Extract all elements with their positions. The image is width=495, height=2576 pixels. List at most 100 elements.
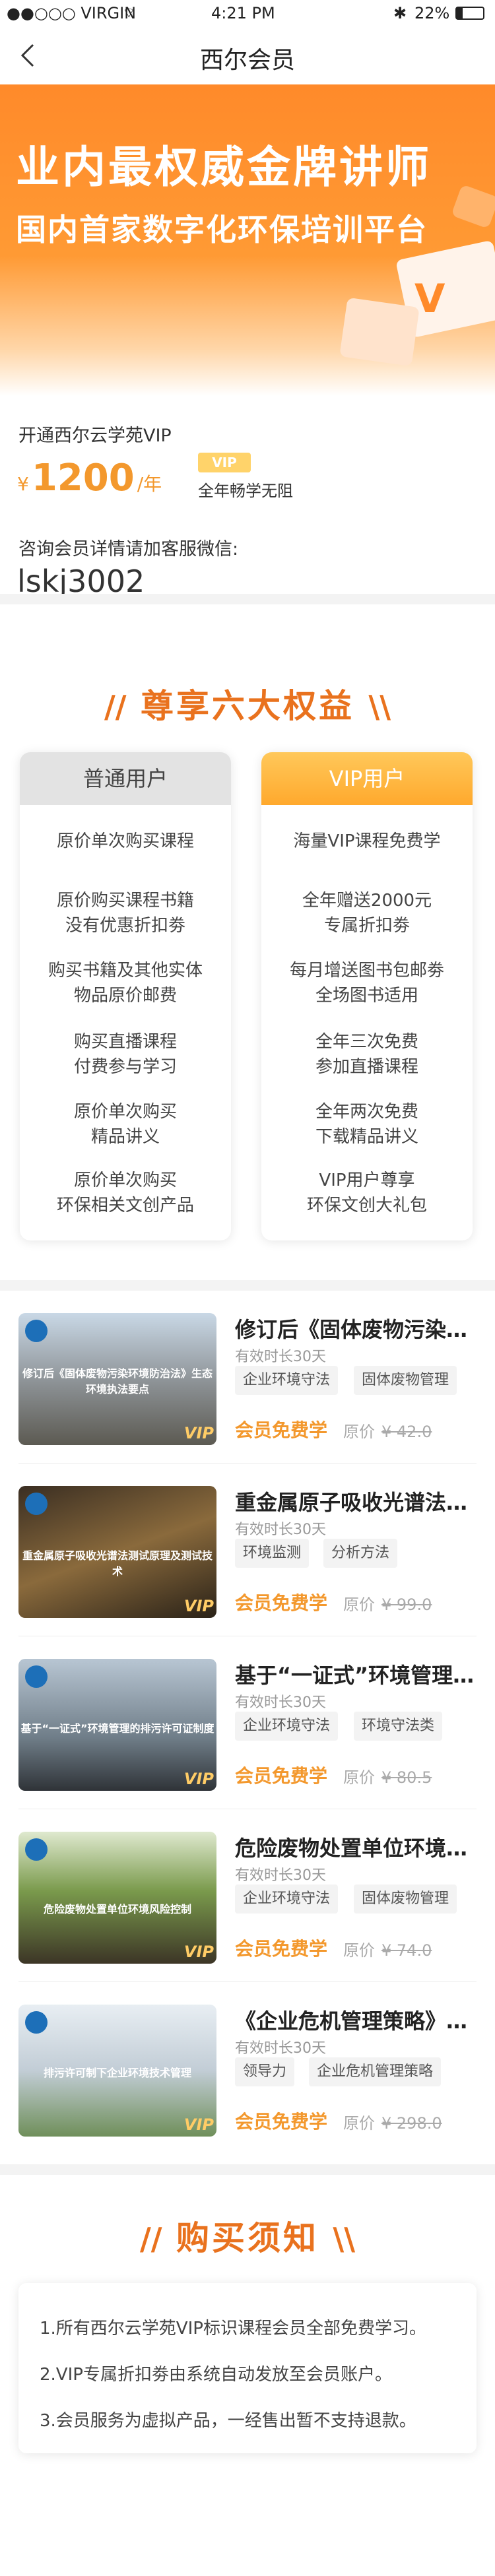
normal-benefit-line: 环保相关文创产品 (56, 1196, 194, 1215)
notice-item: 1.所有西尔云学苑VIP标识课程会员全部免费学习。 (40, 2319, 426, 2338)
course-thumbnail[interactable]: 排污许可制下企业环境技术管理 VIP (18, 2005, 216, 2137)
original-price-label: 原价 (343, 1423, 375, 1441)
wifi-icon: ⌔ (122, 5, 136, 22)
vip-benefit-line: 海量VIP课程免费学 (293, 831, 441, 851)
course-tag: 企业环境守法 (235, 1366, 339, 1395)
title-decoration-right: \\ (333, 2221, 356, 2257)
course-list-item[interactable]: 重金属原子吸收光谱法测试原理及测试技术 VIP 重金属原子吸收光谱法测试原理及测… (0, 1464, 495, 1636)
vip-benefit-item: 全年两次免费 下载精品讲义 (261, 1099, 473, 1149)
course-title[interactable]: 危险废物处置单位环境风险控制 (235, 1832, 479, 1862)
normal-benefit-item: 原价单次购买课程 (20, 829, 231, 854)
logo-icon (25, 1665, 48, 1688)
notice-card: 1.所有西尔云学苑VIP标识课程会员全部免费学习。 2.VIP专属折扣劵由系统自… (18, 2283, 477, 2453)
course-title[interactable]: 修订后《固体废物污染环境防治法》生态环境执法要点 (235, 1313, 479, 1343)
member-free-label: 会员免费学 (235, 2111, 328, 2133)
bluetooth-icon: ✱ (393, 4, 407, 22)
thumbnail-caption: 重金属原子吸收光谱法测试原理及测试技术 (22, 1549, 213, 1578)
original-price-label: 原价 (343, 2114, 375, 2133)
benefits-title: // 尊享六大权益 \\ (0, 680, 495, 727)
thumbnail-caption: 基于“一证式”环境管理的排污许可证制度 (20, 1722, 214, 1735)
vip-user-header: VIP用户 (261, 752, 473, 805)
carrier-label: ●●○○○ VIRGIN (7, 4, 137, 22)
thumbnail-caption: 危险废物处置单位环境风险控制 (43, 1903, 191, 1916)
vip-benefit-line: 全年赠送2000元 (302, 891, 432, 911)
original-price: 原价 ¥ 298.0 (343, 2110, 442, 2133)
vip-benefit-item: 全年三次免费 参加直播课程 (261, 1029, 473, 1079)
original-price-label: 原价 (343, 1941, 375, 1960)
course-thumbnail[interactable]: 危险废物处置单位环境风险控制 VIP (18, 1832, 216, 1964)
title-decoration-left: // (104, 689, 127, 724)
course-validity: 有效时长30天 (235, 1349, 326, 1365)
course-list-item[interactable]: 基于“一证式”环境管理的排污许可证制度 VIP 基于“一证式”环境管理的排污许可… (0, 1636, 495, 1809)
course-tag: 企业环境守法 (235, 1884, 339, 1914)
normal-benefit-item: 购买直播课程 付费参与学习 (20, 1029, 231, 1079)
year-access-label: 全年畅学无阻 (198, 482, 293, 500)
normal-benefit-line: 原价单次购买 (73, 1171, 177, 1190)
original-price-value: ¥ 74.0 (381, 1941, 432, 1960)
thumbnail-vip-mark: VIP (183, 1597, 214, 1615)
course-title[interactable]: 《企业危机管理策略》企业环境应对 (235, 2005, 479, 2035)
original-price: 原价 ¥ 99.0 (343, 1592, 432, 1615)
original-price-value: ¥ 298.0 (381, 2114, 442, 2133)
course-thumbnail[interactable]: 重金属原子吸收光谱法测试原理及测试技术 VIP (18, 1486, 216, 1618)
logo-icon (25, 1838, 48, 1861)
vip-benefit-line: 专属折扣劵 (323, 916, 410, 936)
normal-benefit-line: 购买直播课程 (73, 1032, 177, 1052)
original-price-value: ¥ 42.0 (381, 1423, 432, 1441)
course-list-item[interactable]: 修订后《固体废物污染环境防治法》生态环境执法要点 VIP 修订后《固体废物污染环… (0, 1291, 495, 1464)
vip-badge: VIP (198, 453, 251, 472)
logo-icon (25, 2011, 48, 2034)
consult-label: 咨询会员详情请加客服微信: (18, 539, 239, 560)
original-price: 原价 ¥ 80.5 (343, 1764, 432, 1787)
vip-benefit-line: 每月增送图书包邮劵 (289, 961, 444, 981)
vip-benefit-item: VIP用户尊享 环保文创大礼包 (261, 1168, 473, 1218)
thumbnail-caption: 排污许可制下企业环境技术管理 (43, 2067, 191, 2079)
course-list-item[interactable]: 危险废物处置单位环境风险控制 VIP 危险废物处置单位环境风险控制有效时长30天… (0, 1809, 495, 1982)
thumbnail-vip-mark: VIP (183, 2115, 214, 2134)
course-tag: 领导力 (235, 2057, 295, 2086)
original-price-value: ¥ 99.0 (381, 1595, 432, 1614)
vip-price: ¥1200/年 (17, 457, 162, 499)
title-decoration-left: // (139, 2221, 162, 2257)
vip-pricing-section: 开通西尔云学苑VIP ¥1200/年 VIP 全年畅学无阻 咨询会员详情请加客服… (0, 396, 495, 599)
normal-benefit-line: 物品原价邮费 (73, 986, 177, 1006)
banner-headline: 业内最权威金牌讲师 (16, 142, 432, 193)
course-tag: 固体废物管理 (354, 1884, 457, 1914)
course-tag: 分析方法 (323, 1539, 398, 1568)
vip-benefit-line: 下载精品讲义 (315, 1127, 418, 1147)
logo-icon (25, 1493, 48, 1515)
title-decoration-right: \\ (368, 689, 391, 724)
gift-box-decoration (339, 297, 420, 367)
course-validity: 有效时长30天 (235, 2040, 326, 2057)
thumbnail-caption: 修订后《固体废物污染环境防治法》生态环境执法要点 (22, 1367, 213, 1396)
section-divider (0, 1280, 495, 1291)
member-free-label: 会员免费学 (235, 1938, 328, 1960)
course-tag: 企业危机管理策略 (309, 2057, 442, 2086)
logo-icon (25, 1320, 48, 1342)
price-unit: /年 (137, 473, 162, 495)
notice-item: 3.会员服务为虚拟产品，一经售出暂不支持退款。 (40, 2411, 416, 2431)
thumbnail-vip-mark: VIP (183, 1770, 214, 1788)
course-title[interactable]: 重金属原子吸收光谱法测试原理及测试技术 (235, 1486, 479, 1516)
course-list-item[interactable]: 排污许可制下企业环境技术管理 VIP 《企业危机管理策略》企业环境应对有效时长3… (0, 1982, 495, 2155)
course-thumbnail[interactable]: 修订后《固体废物污染环境防治法》生态环境执法要点 VIP (18, 1313, 216, 1445)
course-thumbnail[interactable]: 基于“一证式”环境管理的排污许可证制度 VIP (18, 1659, 216, 1791)
banner-subheadline: 国内首家数字化环保培训平台 (16, 212, 428, 247)
notice-title: // 购买须知 \\ (0, 2212, 495, 2259)
vip-benefit-line: 参加直播课程 (315, 1057, 418, 1077)
normal-user-header: 普通用户 (20, 752, 231, 805)
course-title[interactable]: 基于“一证式”环境管理的排污许可证制度 (235, 1659, 479, 1689)
notice-title-text: 购买须知 (176, 2219, 319, 2257)
battery-icon (455, 7, 484, 20)
normal-user-card: 普通用户 原价单次购买课程 原价购买课程书籍 没有优惠折扣劵 购买书籍及其他实体 物品原… (20, 752, 231, 1240)
vip-benefit-line: 全年两次免费 (315, 1102, 418, 1122)
member-free-label: 会员免费学 (235, 1592, 328, 1614)
benefits-title-text: 尊享六大权益 (141, 687, 354, 725)
vip-benefit-line: 环保文创大礼包 (306, 1196, 427, 1215)
course-validity: 有效时长30天 (235, 1867, 326, 1884)
member-free-label: 会员免费学 (235, 1765, 328, 1787)
notice-item: 2.VIP专属折扣劵由系统自动发放至会员账户。 (40, 2365, 392, 2385)
course-validity: 有效时长30天 (235, 1522, 326, 1538)
gift-box-decoration (451, 184, 495, 229)
normal-benefit-line: 购买书籍及其他实体 (48, 961, 203, 981)
